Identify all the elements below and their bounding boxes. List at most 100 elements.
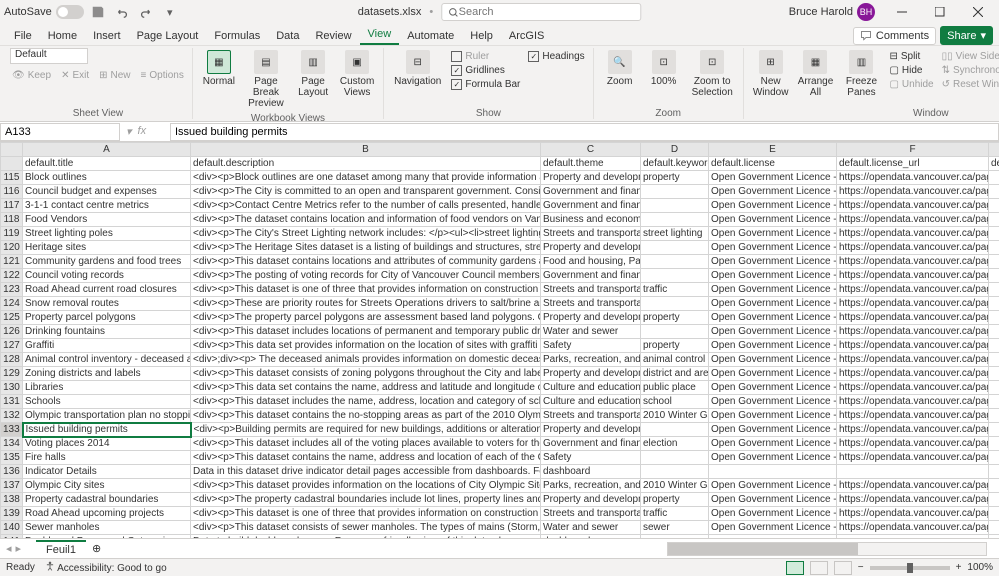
- maximize-icon[interactable]: [923, 0, 957, 24]
- row-header[interactable]: 136: [1, 465, 23, 479]
- row-header[interactable]: 131: [1, 395, 23, 409]
- cell[interactable]: <div><p>The City is committed to an open…: [191, 185, 541, 199]
- cell[interactable]: https://opendata.vancouver.ca/pages/lice…: [837, 311, 989, 325]
- col-header-a[interactable]: A: [23, 143, 191, 157]
- row-header[interactable]: [1, 157, 23, 171]
- cell[interactable]: https://opendata.vancouver.ca/pages/lice…: [837, 241, 989, 255]
- cell[interactable]: Property and development: [541, 423, 641, 437]
- cell[interactable]: https://opendata.vancouver.ca/pages/lice…: [837, 409, 989, 423]
- cell[interactable]: <div><p>This dataset consists of sewer m…: [191, 521, 541, 535]
- table-row[interactable]: 133Issued building permits<div><p>Buildi…: [1, 423, 999, 437]
- cell[interactable]: Data in this dataset drive indicator det…: [191, 465, 541, 479]
- cell[interactable]: Open Government Licence - Vancouver: [709, 297, 837, 311]
- cell[interactable]: traffic: [641, 507, 709, 521]
- zoom-in-icon[interactable]: +: [956, 562, 962, 573]
- cell[interactable]: https://opendata.vancouver.ca/pages/lice…: [837, 227, 989, 241]
- navigation-button[interactable]: ⊟Navigation: [390, 48, 445, 89]
- row-header[interactable]: 120: [1, 241, 23, 255]
- table-row[interactable]: 118Food Vendors<div><p>The dataset conta…: [1, 213, 999, 227]
- row-header[interactable]: 135: [1, 451, 23, 465]
- cell[interactable]: <div><p>Contact Centre Metrics refer to …: [191, 199, 541, 213]
- cell[interactable]: [989, 339, 999, 353]
- cell[interactable]: [989, 423, 999, 437]
- cell[interactable]: [989, 479, 999, 493]
- cell[interactable]: Graffiti: [23, 339, 191, 353]
- cell[interactable]: [989, 199, 999, 213]
- cell[interactable]: [989, 297, 999, 311]
- row-header[interactable]: 115: [1, 171, 23, 185]
- cell[interactable]: <div><p>The dataset contains location an…: [191, 213, 541, 227]
- cell[interactable]: [641, 255, 709, 269]
- table-row[interactable]: 129Zoning districts and labels<div><p>Th…: [1, 367, 999, 381]
- cell[interactable]: https://opendata.vancouver.ca/pages/lice…: [837, 339, 989, 353]
- cell[interactable]: [989, 269, 999, 283]
- cell[interactable]: Property and development: [541, 367, 641, 381]
- row-header[interactable]: 139: [1, 507, 23, 521]
- table-row[interactable]: 140Sewer manholes<div><p>This dataset co…: [1, 521, 999, 535]
- row-header[interactable]: 130: [1, 381, 23, 395]
- cell[interactable]: animal control: [641, 353, 709, 367]
- cell[interactable]: Street lighting poles: [23, 227, 191, 241]
- formula-bar[interactable]: [170, 123, 999, 141]
- cell[interactable]: Open Government Licence - Vancouver: [709, 213, 837, 227]
- cell[interactable]: [989, 255, 999, 269]
- cell[interactable]: Open Government Licence - Vancouver: [709, 395, 837, 409]
- cell[interactable]: Animal control inventory - deceased anim…: [23, 353, 191, 367]
- zoom-level[interactable]: 100%: [967, 562, 993, 573]
- cell[interactable]: Open Government Licence - Vancouver: [709, 185, 837, 199]
- cell[interactable]: <div><p>This dataset provides informatio…: [191, 479, 541, 493]
- tab-formulas[interactable]: Formulas: [206, 27, 268, 45]
- table-row[interactable]: 136Indicator DetailsData in this dataset…: [1, 465, 999, 479]
- select-all-corner[interactable]: [1, 143, 23, 157]
- row-header[interactable]: 117: [1, 199, 23, 213]
- tab-view[interactable]: View: [360, 25, 400, 45]
- cell[interactable]: <div><p>This dataset includes all of the…: [191, 437, 541, 451]
- accessibility-status[interactable]: Accessibility: Good to go: [45, 561, 167, 574]
- cell[interactable]: Open Government Licence - Vancouver: [709, 199, 837, 213]
- new-button[interactable]: ⊞New: [97, 69, 132, 82]
- normal-view-icon[interactable]: [786, 561, 804, 575]
- cell[interactable]: [989, 451, 999, 465]
- split-button[interactable]: ⊟Split: [887, 50, 935, 63]
- view-side-by-side-button[interactable]: ▯▯View Side by Side: [940, 50, 999, 63]
- cell[interactable]: [989, 353, 999, 367]
- sync-scroll-button[interactable]: ⇅Synchronous Scrolling: [940, 64, 999, 77]
- row-header[interactable]: 125: [1, 311, 23, 325]
- row-header[interactable]: 127: [1, 339, 23, 353]
- cell[interactable]: https://opendata.vancouver.ca/pages/lice…: [837, 255, 989, 269]
- cell[interactable]: Government and finance: [541, 185, 641, 199]
- cell[interactable]: [989, 367, 999, 381]
- cell[interactable]: Safety: [541, 339, 641, 353]
- row-header[interactable]: 132: [1, 409, 23, 423]
- save-icon[interactable]: [88, 2, 108, 22]
- cell[interactable]: Schools: [23, 395, 191, 409]
- cell[interactable]: Data to build dashboard pages. For a use…: [191, 535, 541, 539]
- new-window-button[interactable]: ⊞New Window: [750, 48, 792, 100]
- cell[interactable]: Fire halls: [23, 451, 191, 465]
- row-header[interactable]: 128: [1, 353, 23, 367]
- cell[interactable]: dashboard: [541, 465, 641, 479]
- cell[interactable]: dashboard: [541, 535, 641, 539]
- cell[interactable]: Open Government Licence - Vancouver: [709, 507, 837, 521]
- cell[interactable]: [709, 465, 837, 479]
- cell[interactable]: school: [641, 395, 709, 409]
- cell[interactable]: <div><p>This dataset contains the name, …: [191, 451, 541, 465]
- cell[interactable]: Property cadastral boundaries: [23, 493, 191, 507]
- row-header[interactable]: 123: [1, 283, 23, 297]
- cell[interactable]: https://opendata.vancouver.ca/pages/lice…: [837, 269, 989, 283]
- add-sheet-button[interactable]: ⊕: [86, 542, 107, 555]
- cell[interactable]: Zoning districts and labels: [23, 367, 191, 381]
- cell[interactable]: [989, 395, 999, 409]
- horizontal-scrollbar[interactable]: [667, 542, 987, 556]
- cell[interactable]: Open Government Licence - Vancouver: [709, 423, 837, 437]
- cell[interactable]: property: [641, 311, 709, 325]
- cell[interactable]: [989, 535, 999, 539]
- cell[interactable]: Business and economy: [541, 213, 641, 227]
- cell[interactable]: https://opendata.vancouver.ca/pages/lice…: [837, 381, 989, 395]
- cell[interactable]: property: [641, 339, 709, 353]
- page-layout-button[interactable]: ▥Page Layout: [293, 48, 333, 100]
- cell[interactable]: Streets and transportation: [541, 227, 641, 241]
- row-header[interactable]: 122: [1, 269, 23, 283]
- comments-button[interactable]: Comments: [853, 27, 936, 45]
- zoom-to-selection-button[interactable]: ⊡Zoom to Selection: [688, 48, 737, 100]
